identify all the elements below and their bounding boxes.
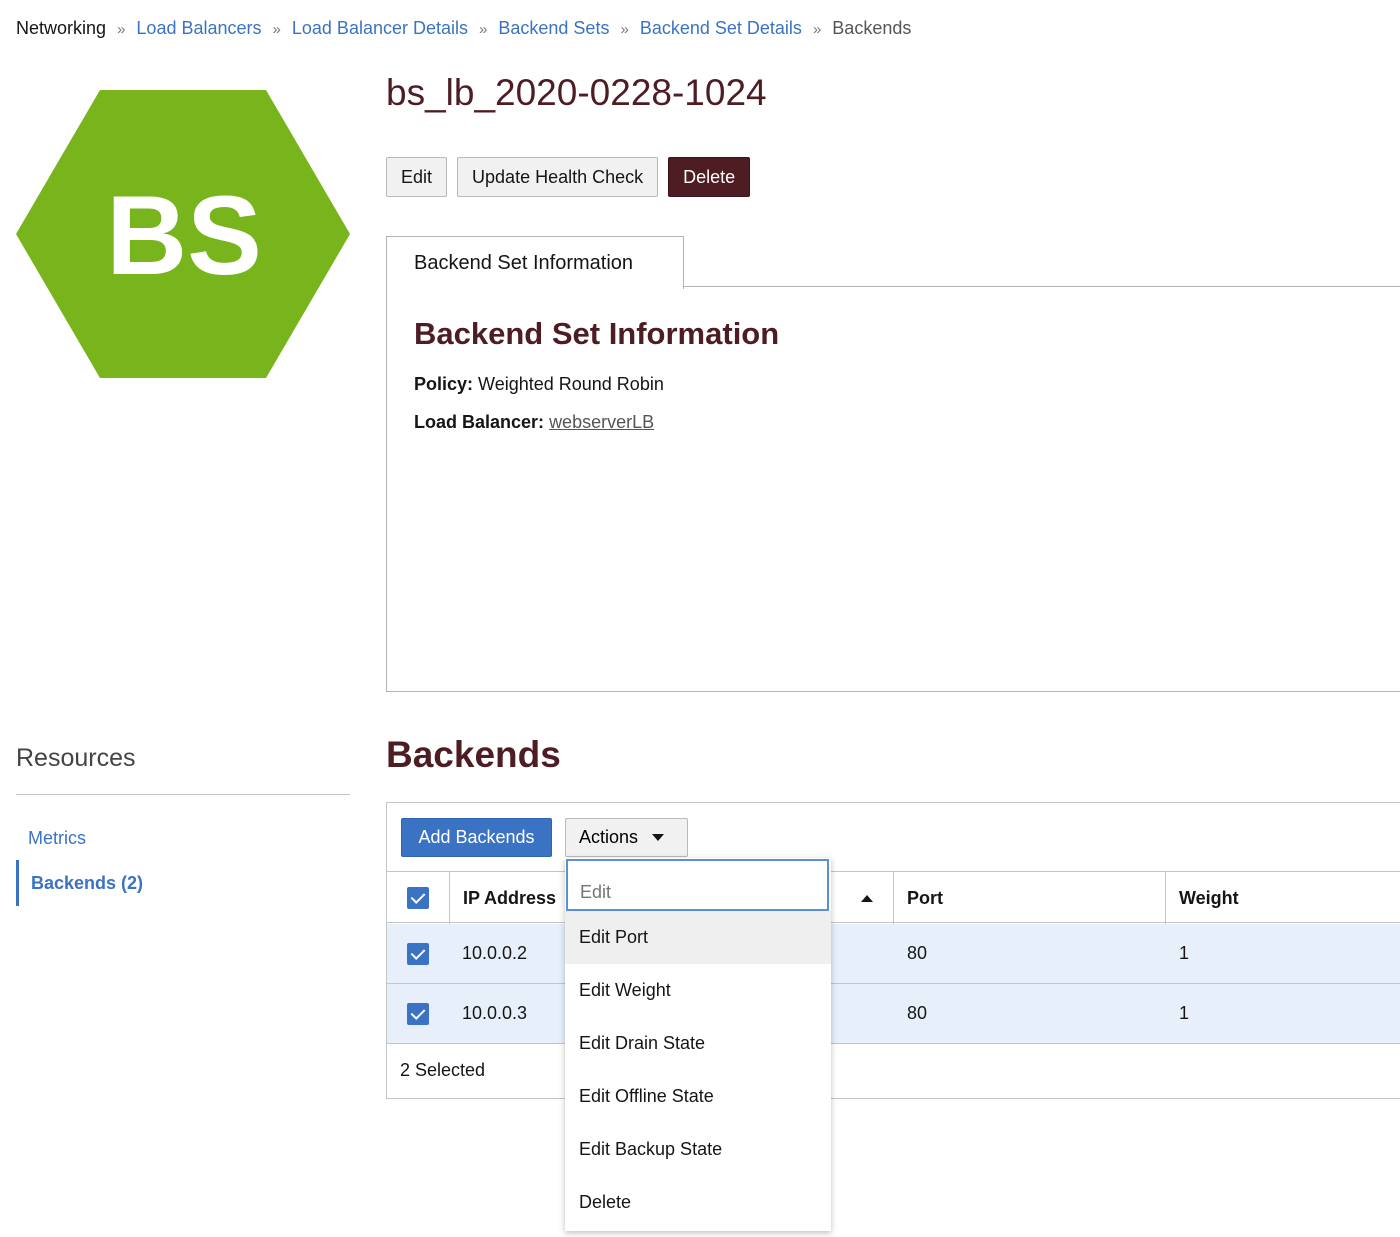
row-checkbox[interactable] bbox=[407, 943, 429, 965]
breadcrumb-load-balancer-details[interactable]: Load Balancer Details bbox=[292, 18, 468, 38]
resources-title: Resources bbox=[16, 744, 136, 772]
breadcrumb-load-balancers[interactable]: Load Balancers bbox=[136, 18, 261, 38]
select-all-checkbox[interactable] bbox=[407, 887, 429, 909]
caret-down-icon bbox=[652, 834, 665, 841]
table-row[interactable]: 10.0.0.3 80 1 bbox=[387, 984, 1400, 1044]
sort-ascending-icon[interactable] bbox=[861, 895, 873, 902]
row-checkbox[interactable] bbox=[407, 1003, 429, 1025]
delete-button[interactable]: Delete bbox=[668, 157, 751, 197]
load-balancer-link[interactable]: webserverLB bbox=[549, 412, 654, 432]
column-header-weight[interactable]: Weight bbox=[1179, 872, 1239, 924]
actions-search-input[interactable] bbox=[566, 859, 829, 911]
backends-title: Backends bbox=[386, 734, 561, 775]
edit-button[interactable]: Edit bbox=[386, 157, 448, 197]
breadcrumb-current: Backends bbox=[832, 18, 912, 38]
table-header: IP Address Port Weight bbox=[387, 871, 1400, 924]
breadcrumb-backend-set-details[interactable]: Backend Set Details bbox=[640, 18, 802, 38]
menu-item-edit-weight[interactable]: Edit Weight bbox=[565, 964, 831, 1017]
column-divider bbox=[449, 872, 450, 924]
breadcrumb-separator: » bbox=[272, 21, 281, 38]
resources-divider bbox=[16, 794, 350, 795]
column-divider bbox=[893, 872, 894, 924]
breadcrumb-root: Networking bbox=[16, 18, 107, 38]
sidebar-item-metrics[interactable]: Metrics bbox=[16, 815, 350, 861]
policy-row: Policy: Weighted Round Robin bbox=[414, 374, 664, 395]
policy-value: Weighted Round Robin bbox=[478, 374, 664, 394]
cell-port: 80 bbox=[907, 1003, 928, 1023]
actions-label: Actions bbox=[579, 827, 639, 847]
column-header-ip-address[interactable]: IP Address bbox=[463, 872, 556, 924]
menu-item-edit-offline-state[interactable]: Edit Offline State bbox=[565, 1070, 831, 1123]
table-row[interactable]: 10.0.0.2 80 1 bbox=[387, 924, 1400, 984]
load-balancer-row: Load Balancer: webserverLB bbox=[414, 412, 654, 433]
load-balancer-label: Load Balancer: bbox=[414, 412, 545, 432]
cell-weight: 1 bbox=[1179, 943, 1190, 963]
breadcrumb-separator: » bbox=[117, 21, 126, 38]
tab-backend-set-information[interactable]: Backend Set Information bbox=[386, 236, 684, 289]
sidebar-item-backends[interactable]: Backends (2) bbox=[16, 860, 350, 906]
actions-menu: Edit Port Edit Weight Edit Drain State E… bbox=[565, 858, 831, 1231]
cell-weight: 1 bbox=[1179, 1003, 1190, 1023]
breadcrumb-separator: » bbox=[479, 21, 488, 38]
cell-ip-address: 10.0.0.2 bbox=[462, 943, 528, 963]
update-health-check-button[interactable]: Update Health Check bbox=[457, 157, 659, 197]
menu-item-edit-port[interactable]: Edit Port bbox=[565, 911, 831, 964]
info-heading: Backend Set Information bbox=[414, 316, 780, 351]
selected-count: 2 Selected bbox=[400, 1060, 486, 1080]
cell-port: 80 bbox=[907, 943, 928, 963]
breadcrumb: Networking » Load Balancers » Load Balan… bbox=[16, 18, 911, 39]
column-divider bbox=[1165, 872, 1166, 924]
menu-item-delete[interactable]: Delete bbox=[565, 1176, 831, 1229]
backend-set-hexagon-icon: BS bbox=[16, 90, 350, 378]
hexagon-label: BS bbox=[106, 173, 262, 298]
actions-dropdown-button[interactable]: Actions bbox=[565, 818, 688, 857]
breadcrumb-backend-sets[interactable]: Backend Sets bbox=[498, 18, 609, 38]
menu-item-edit-backup-state[interactable]: Edit Backup State bbox=[565, 1123, 831, 1176]
breadcrumb-separator: » bbox=[812, 21, 822, 38]
column-header-port[interactable]: Port bbox=[907, 872, 943, 924]
page-title: bs_lb_2020-0228-1024 bbox=[386, 72, 767, 113]
add-backends-button[interactable]: Add Backends bbox=[401, 818, 552, 857]
menu-item-edit-drain-state[interactable]: Edit Drain State bbox=[565, 1017, 831, 1070]
header-button-row: Edit Update Health Check Delete bbox=[386, 157, 751, 197]
policy-label: Policy: bbox=[414, 374, 474, 394]
breadcrumb-separator: » bbox=[620, 21, 629, 38]
cell-ip-address: 10.0.0.3 bbox=[462, 1003, 528, 1023]
